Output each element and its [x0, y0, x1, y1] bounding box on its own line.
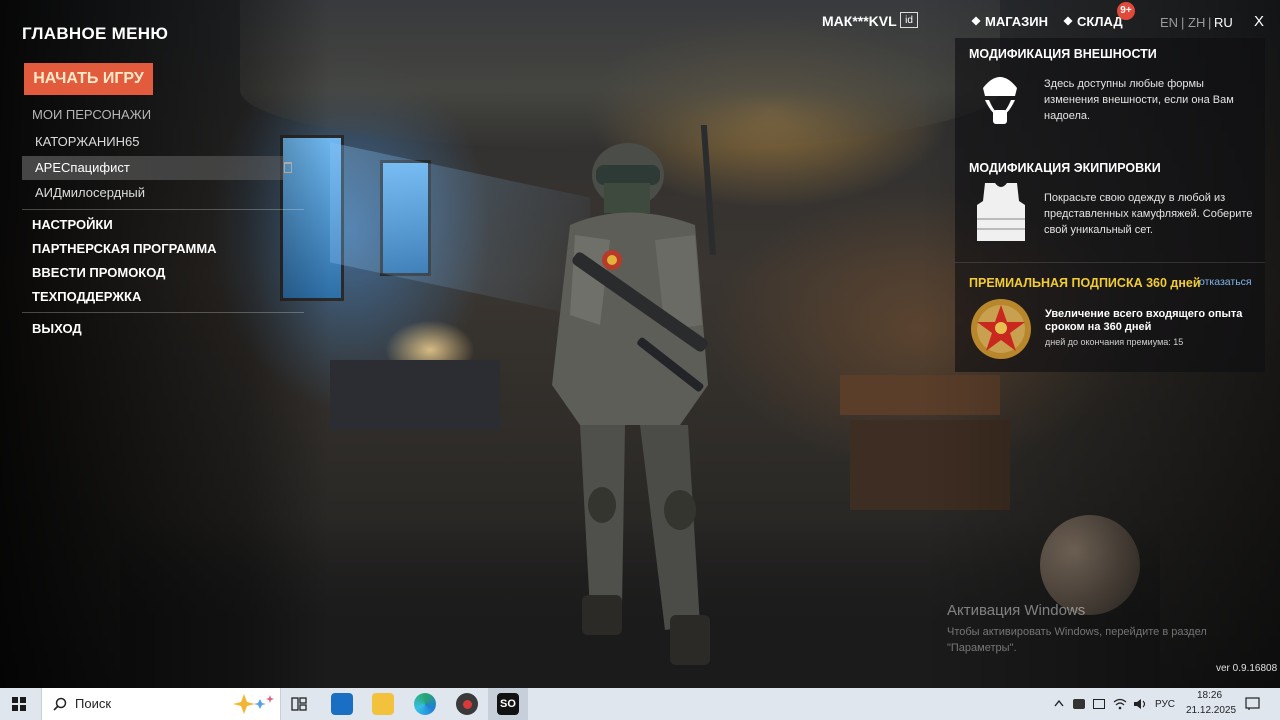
username: МАК***KVL [822, 13, 897, 29]
start-game-button[interactable]: НАЧАТЬ ИГРУ [24, 63, 153, 95]
language-separator: | [1208, 15, 1212, 30]
equipment-mod-text: Покрасьте свою одежду в любой из предста… [1044, 192, 1253, 236]
exit-menu-item[interactable]: ВЫХОД [32, 321, 82, 336]
my-characters-label: МОИ ПЕРСОНАЖИ [32, 107, 152, 122]
keyboard-language[interactable]: РУС [1155, 699, 1175, 710]
panel-divider [955, 262, 1265, 263]
close-button[interactable]: X [1254, 13, 1264, 30]
warehouse-badge: 9+ [1117, 2, 1135, 20]
premium-subscription-title: ПРЕМИАЛЬНАЯ ПОДПИСКА 360 дней [969, 276, 1201, 290]
warehouse-label: СКЛАД [1077, 14, 1123, 29]
delete-character-icon[interactable] [284, 162, 292, 173]
premium-description: Увеличение всего входящего опыта сроком … [1045, 308, 1243, 333]
premium-days-left: дней до окончания премиума: 15 [1045, 337, 1184, 347]
cancel-subscription-link[interactable]: отказаться [1199, 276, 1252, 288]
windows-activation-title: Активация Windows [947, 602, 1086, 619]
cube-icon [1063, 16, 1073, 26]
wifi-icon[interactable] [1113, 698, 1127, 710]
face-icon[interactable] [975, 66, 1025, 132]
app-tray-icon[interactable] [1073, 699, 1085, 709]
character-item[interactable]: КАТОРЖАНИН65 [22, 130, 284, 154]
vest-icon[interactable] [975, 181, 1027, 245]
support-menu-item[interactable]: ТЕХПОДДЕРЖКА [32, 289, 141, 304]
appearance-mod-text: Здесь доступны любые формы изменения вне… [1044, 78, 1234, 122]
left-vignette [0, 0, 330, 688]
character-item-selected[interactable]: АРЕСпацифист [22, 156, 292, 180]
windows-start-icon[interactable] [12, 697, 26, 711]
warehouse-link[interactable]: СКЛАД [1063, 14, 1123, 29]
settings-menu-item[interactable]: НАСТРОЙКИ [32, 217, 113, 232]
partner-program-menu-item[interactable]: ПАРТНЕРСКАЯ ПРОГРАММА [32, 241, 217, 256]
appearance-mod-title[interactable]: МОДИФИКАЦИЯ ВНЕШНОСТИ [969, 47, 1157, 61]
task-view-icon[interactable] [291, 697, 307, 711]
volume-icon[interactable] [1133, 698, 1147, 710]
main-menu-title: ГЛАВНОЕ МЕНЮ [22, 24, 169, 43]
soldier-character-model [552, 125, 716, 665]
game-app-icon[interactable]: SO [497, 693, 519, 715]
game-launcher-icon[interactable] [456, 693, 478, 715]
character-name: КАТОРЖАНИН65 [35, 134, 140, 149]
cube-icon [971, 16, 981, 26]
shop-label: МАГАЗИН [985, 14, 1049, 29]
search-icon [53, 697, 67, 711]
language-zh[interactable]: ZH [1188, 15, 1205, 30]
notifications-icon[interactable] [1245, 697, 1260, 711]
battery-icon[interactable] [1093, 699, 1105, 709]
character-name: АРЕСпацифист [35, 160, 130, 175]
version-label: ver 0.9.16808 [1216, 663, 1278, 674]
desk [330, 360, 500, 430]
menu-divider [22, 312, 304, 313]
character-name: АИДмилосердный [35, 185, 146, 200]
windows-taskbar: Поиск SO РУС 18:26 21.12.2025 [0, 688, 1280, 720]
file-explorer-icon[interactable] [372, 693, 394, 715]
language-separator: | [1181, 15, 1185, 30]
promo-code-menu-item[interactable]: ВВЕСТИ ПРОМОКОД [32, 265, 165, 280]
language-ru[interactable]: RU [1214, 15, 1233, 30]
id-icon[interactable]: id [900, 12, 918, 28]
character-item[interactable]: АИДмилосердный [22, 181, 284, 205]
search-highlights-icon [233, 694, 274, 714]
search-placeholder: Поиск [75, 696, 112, 711]
menu-divider [22, 209, 304, 210]
chevron-up-icon[interactable] [1054, 699, 1064, 707]
shop-link[interactable]: МАГАЗИН [971, 14, 1049, 29]
premium-star-medal-icon [971, 299, 1031, 359]
edge-browser-icon[interactable] [414, 693, 436, 715]
taskbar-search-box[interactable]: Поиск [41, 688, 281, 720]
equipment-mod-title[interactable]: МОДИФИКАЦИЯ ЭКИПИРОВКИ [969, 161, 1161, 175]
windows-activation-text: Чтобы активировать Windows, перейдите в … [947, 626, 1207, 654]
language-en[interactable]: EN [1160, 15, 1178, 30]
outlook-icon[interactable] [331, 693, 353, 715]
clock-date[interactable]: 21.12.2025 [1186, 705, 1236, 716]
clock-time[interactable]: 18:26 [1197, 690, 1222, 701]
